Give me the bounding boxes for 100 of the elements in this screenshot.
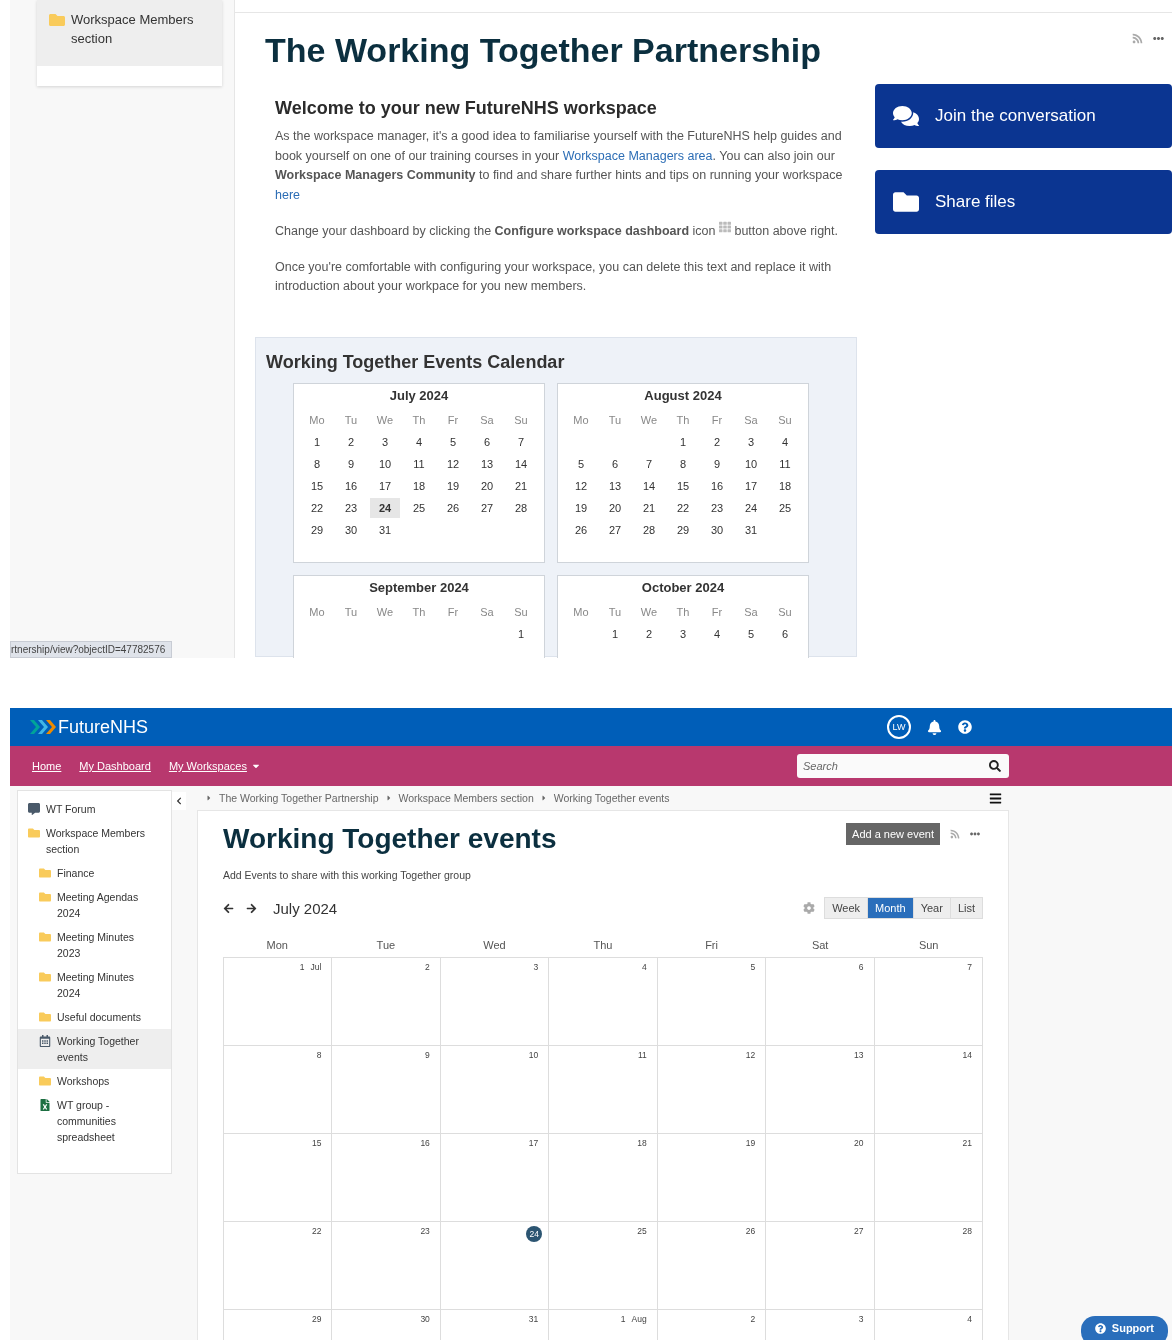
day-number[interactable]: 21 — [506, 475, 536, 496]
day-number[interactable]: 31 — [370, 519, 400, 540]
day-number[interactable]: 31 — [736, 519, 766, 540]
day-number[interactable]: 1 — [302, 431, 332, 452]
day-number[interactable]: 23 — [702, 497, 732, 518]
day-number[interactable]: 5 — [438, 431, 468, 452]
day-number[interactable]: 3 — [736, 431, 766, 452]
collapse-button[interactable] — [172, 792, 186, 810]
day-number[interactable]: 12 — [566, 475, 596, 496]
day-cell[interactable]: 27 — [766, 1222, 875, 1310]
day-number[interactable]: 19 — [438, 475, 468, 496]
help-icon[interactable] — [958, 720, 972, 734]
menu-icon[interactable] — [989, 791, 1002, 805]
sidebar-item[interactable]: Meeting Minutes 2023 — [18, 925, 171, 965]
sidebar-item[interactable]: Workspace Members section — [18, 821, 171, 861]
day-number[interactable]: 24 — [736, 497, 766, 518]
nav-link[interactable]: Home — [32, 760, 62, 772]
day-cell[interactable]: 4 — [549, 958, 658, 1046]
day-number[interactable]: 25 — [770, 497, 800, 518]
add-event-button[interactable]: Add a new event — [846, 823, 940, 845]
day-cell[interactable]: 12 — [657, 1046, 767, 1134]
day-number[interactable]: 17 — [370, 475, 400, 496]
action-button[interactable]: Join the conversation — [875, 84, 1172, 148]
day-number[interactable]: 22 — [302, 497, 332, 518]
day-number[interactable]: 3 — [370, 431, 400, 452]
day-cell[interactable]: 13 — [766, 1046, 875, 1134]
day-number[interactable]: 14 — [634, 475, 664, 496]
breadcrumb-link[interactable]: Working Together events — [553, 792, 670, 804]
day-cell[interactable]: 21 — [874, 1134, 983, 1222]
day-number[interactable]: 28 — [634, 519, 664, 540]
day-cell[interactable]: 20 — [766, 1134, 875, 1222]
day-cell[interactable]: 14 — [874, 1046, 983, 1134]
day-number[interactable]: 27 — [472, 497, 502, 518]
day-cell[interactable]: 4 — [874, 1310, 983, 1340]
day-cell[interactable]: 16 — [332, 1134, 441, 1222]
day-number[interactable]: 11 — [770, 453, 800, 474]
sidebar-item[interactable]: Workspace Members section — [37, 0, 222, 66]
sidebar-item[interactable]: Working Together events — [18, 1029, 171, 1069]
day-number[interactable]: 27 — [600, 519, 630, 540]
sidebar-item[interactable]: WT group - communities spreadsheet — [18, 1093, 171, 1149]
day-cell[interactable]: 9 — [332, 1046, 441, 1134]
day-number[interactable]: 14 — [506, 453, 536, 474]
day-number[interactable]: 20 — [600, 497, 630, 518]
day-number[interactable]: 29 — [302, 519, 332, 540]
view-tab[interactable]: List — [949, 897, 983, 919]
day-number[interactable]: 26 — [566, 519, 596, 540]
day-cell[interactable]: 24 — [440, 1222, 550, 1310]
sidebar-item[interactable]: Finance — [18, 861, 171, 885]
day-number[interactable]: 1 — [600, 623, 630, 644]
day-cell[interactable]: 2 — [657, 1310, 767, 1340]
day-number[interactable]: 22 — [668, 497, 698, 518]
day-number[interactable]: 11 — [404, 453, 434, 474]
text-link[interactable]: here — [275, 187, 301, 202]
day-number[interactable]: 28 — [506, 497, 536, 518]
day-number[interactable]: 7 — [634, 453, 664, 474]
day-number[interactable]: 2 — [702, 431, 732, 452]
day-number[interactable]: 1 — [506, 623, 536, 644]
day-number[interactable]: 8 — [668, 453, 698, 474]
day-number[interactable]: 29 — [668, 519, 698, 540]
day-cell[interactable]: 25 — [549, 1222, 658, 1310]
breadcrumb-link[interactable]: Workspace Members section — [398, 792, 534, 804]
day-number[interactable]: 26 — [438, 497, 468, 518]
nav-link[interactable]: My Workspaces — [168, 760, 247, 772]
day-cell[interactable]: 1 Jul — [224, 958, 333, 1046]
day-cell[interactable]: 15 — [224, 1134, 333, 1222]
day-number[interactable]: 25 — [404, 497, 434, 518]
day-number[interactable]: 16 — [702, 475, 732, 496]
day-number[interactable]: 6 — [472, 431, 502, 452]
day-number[interactable]: 10 — [736, 453, 766, 474]
breadcrumb-link[interactable]: The Working Together Partnership — [219, 792, 379, 804]
day-cell[interactable]: 3 — [766, 1310, 875, 1340]
day-number[interactable]: 19 — [566, 497, 596, 518]
day-cell[interactable]: 19 — [657, 1134, 767, 1222]
search-icon[interactable] — [989, 760, 1001, 772]
day-number[interactable]: 9 — [336, 453, 366, 474]
day-number[interactable]: 9 — [702, 453, 732, 474]
day-number[interactable]: 30 — [702, 519, 732, 540]
day-cell[interactable]: 28 — [874, 1222, 983, 1310]
day-number[interactable]: 20 — [472, 475, 502, 496]
day-number[interactable]: 15 — [302, 475, 332, 496]
search-field[interactable]: Search — [797, 754, 1009, 778]
day-number[interactable]: 4 — [404, 431, 434, 452]
day-number[interactable]: 6 — [600, 453, 630, 474]
day-number[interactable]: 7 — [506, 431, 536, 452]
day-number[interactable]: 2 — [336, 431, 366, 452]
day-number[interactable]: 4 — [702, 623, 732, 644]
day-cell[interactable]: 29 — [224, 1310, 333, 1340]
day-cell[interactable]: 8 — [224, 1046, 333, 1134]
text-link[interactable]: Workspace Managers area — [562, 148, 713, 163]
day-cell[interactable]: 31 — [440, 1310, 550, 1340]
day-cell[interactable]: 11 — [549, 1046, 658, 1134]
day-number[interactable]: 23 — [336, 497, 366, 518]
sidebar-item[interactable]: WT Forum — [18, 797, 171, 821]
day-number[interactable]: 17 — [736, 475, 766, 496]
day-number[interactable]: 5 — [566, 453, 596, 474]
day-cell[interactable]: 6 — [766, 958, 875, 1046]
support-button[interactable]: Support — [1080, 1316, 1168, 1340]
day-cell[interactable]: 10 — [440, 1046, 550, 1134]
action-button[interactable]: Share files — [875, 170, 1172, 234]
day-number[interactable]: 6 — [770, 623, 800, 644]
